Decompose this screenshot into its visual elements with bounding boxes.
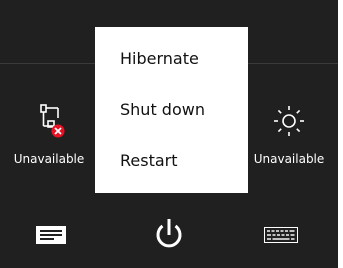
menu-item-hibernate[interactable]: Hibernate bbox=[120, 49, 199, 68]
brightness-tile[interactable]: Unavailable bbox=[240, 96, 338, 176]
power-icon[interactable] bbox=[149, 218, 189, 256]
notifications-icon[interactable] bbox=[35, 225, 67, 249]
power-options-menu: Hibernate Shut down Restart bbox=[95, 27, 248, 193]
network-unavailable-icon bbox=[32, 104, 66, 142]
menu-item-restart[interactable]: Restart bbox=[120, 151, 178, 170]
keyboard-icon[interactable] bbox=[264, 227, 298, 247]
brightness-status-label: Unavailable bbox=[253, 152, 325, 166]
brightness-icon bbox=[272, 104, 306, 142]
network-tile[interactable]: Unavailable bbox=[0, 96, 98, 176]
edge-strip bbox=[338, 0, 343, 268]
network-status-label: Unavailable bbox=[13, 152, 85, 166]
menu-item-shut-down[interactable]: Shut down bbox=[120, 100, 205, 119]
